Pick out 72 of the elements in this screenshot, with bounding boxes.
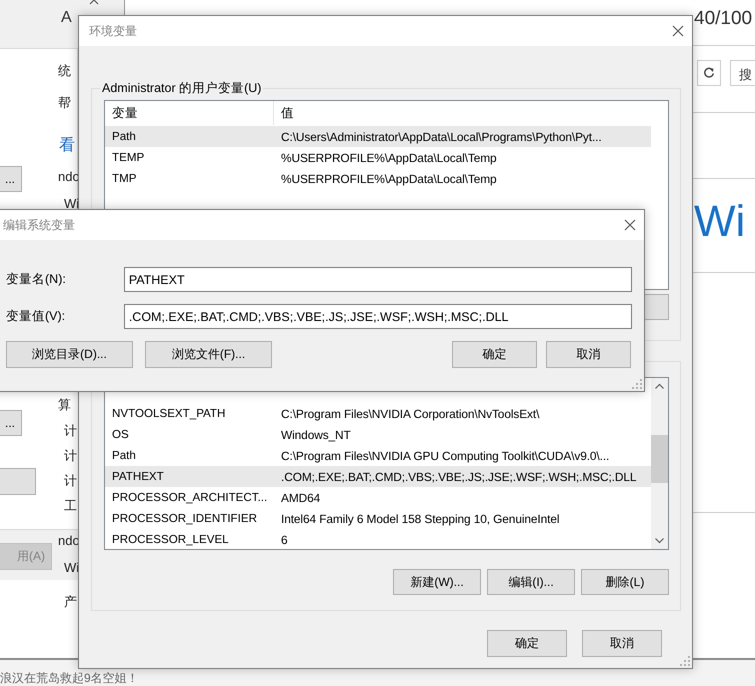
list-row[interactable]: PROCESSOR_LEVEL 6: [105, 529, 651, 549]
dialog-button[interactable]: ...: [0, 166, 22, 192]
table-cell-text: TEMP: [111, 150, 146, 166]
scrollbar-thumb[interactable]: [651, 435, 668, 483]
list-row[interactable]: NVTOOLSEXT_PATH C:\Program Files\NVIDIA Corporation\NvToolsExt\: [105, 403, 651, 424]
dialog-button[interactable]: 新建(W)...: [393, 569, 481, 595]
page-heading-fragment: A: [61, 9, 72, 27]
close-icon[interactable]: [672, 25, 684, 37]
field-label: 变量名(N):: [6, 271, 67, 288]
list-row[interactable]: PATHEXT .COM;.EXE;.BAT;.CMD;.VBS;.VBE;.JS;.JSE;.WSF;.WSH;.MSC;.DLL: [105, 466, 651, 487]
window-title: 环境变量: [89, 22, 137, 40]
table-cell-text: PROCESSOR_IDENTIFIER: [111, 511, 258, 527]
table-cell-text: C:\Program Files\NVIDIA GPU Computing Toolkit\CUDA\v9.0\...: [280, 448, 610, 464]
dialog-button[interactable]: 编辑(I)...: [487, 569, 575, 595]
dialog-button[interactable]: 确定: [487, 630, 567, 657]
window-title: 编辑系统变量: [3, 216, 75, 234]
table-cell-text: PROCESSOR_ARCHITECT...: [111, 490, 268, 506]
dialog-button[interactable]: 取消: [546, 341, 631, 368]
brand-fragment: Wi: [694, 196, 746, 248]
text-fragment: 计: [64, 422, 77, 440]
column-header[interactable]: 值: [274, 101, 668, 125]
dialog-button[interactable]: 取消: [582, 630, 662, 657]
table-cell-text: AMD64: [280, 490, 322, 506]
text-fragment: 算: [58, 396, 71, 414]
text-fragment: 工: [64, 497, 77, 515]
text-fragment: 产: [64, 593, 77, 611]
table-cell-text: .COM;.EXE;.BAT;.CMD;.VBS;.VBE;.JS;.JSE;.WSF;.WSH;.MSC;.DLL: [280, 468, 638, 486]
table-cell-text: OS: [111, 427, 130, 443]
table-cell-text: PROCESSOR_LEVEL: [111, 532, 230, 548]
dialog-button[interactable]: 确定: [452, 341, 537, 368]
table-cell-text: C:\Program Files\NVIDIA Corporation\NvToolsExt\: [280, 406, 540, 422]
close-icon[interactable]: [624, 219, 636, 231]
dialog-button[interactable]: 浏览文件(F)...: [145, 341, 272, 368]
news-ticker: 浪汉在荒岛救起9名空姐！: [0, 671, 139, 685]
table-cell-text: %USERPROFILE%\AppData\Local\Temp: [280, 150, 498, 166]
dialog-button[interactable]: ...: [0, 410, 22, 436]
table-cell-text: PATHEXT: [111, 469, 165, 485]
resize-grip-icon[interactable]: [680, 656, 690, 666]
list-row[interactable]: PROCESSOR_ARCHITECT... AMD64: [105, 487, 651, 508]
column-header[interactable]: 变量: [105, 101, 274, 125]
text-fragment: 帮: [58, 94, 71, 112]
resize-grip-icon[interactable]: [632, 379, 642, 389]
progress-counter: 40/100: [694, 8, 752, 30]
dialog-button[interactable]: 浏览目录(D)...: [6, 341, 133, 368]
table-cell-text: Windows_NT: [280, 426, 352, 444]
list-row[interactable]: PROCESSOR_IDENTIFIER Intel64 Family 6 Model 158 Stepping 10, GenuineIntel: [105, 508, 651, 529]
table-cell-text: Path: [111, 448, 137, 464]
text-fragment: 计: [64, 447, 77, 465]
table-cell-text: C:\Users\Administrator\AppData\Local\Programs\Python\Pyt...: [280, 128, 603, 146]
input-field[interactable]: PATHEXT: [124, 267, 632, 292]
text-fragment: 统: [58, 62, 71, 80]
table-cell-text: Intel64 Family 6 Model 158 Stepping 10, GenuineIntel: [280, 510, 560, 528]
link-fragment[interactable]: 看: [59, 135, 75, 156]
list-row[interactable]: TEMP %USERPROFILE%\AppData\Local\Temp: [105, 147, 651, 168]
table-cell-text: %USERPROFILE%\AppData\Local\Temp: [280, 170, 498, 188]
list-row[interactable]: OS Windows_NT: [105, 424, 651, 445]
table-cell-text: NVTOOLSEXT_PATH: [111, 406, 226, 422]
search-button[interactable]: 搜: [730, 60, 755, 86]
scrollbar[interactable]: [651, 378, 668, 549]
table-cell-text: Path: [111, 129, 137, 145]
list-row[interactable]: Path C:\Users\Administrator\AppData\Local\Programs\Python\Pyt...: [105, 126, 651, 147]
refresh-button[interactable]: [697, 60, 721, 86]
group-label: Administrator 的用户变量(U): [100, 80, 264, 97]
dialog-button[interactable]: 删除(L): [581, 569, 669, 595]
table-cell-text: 6: [280, 532, 289, 548]
refresh-icon: [703, 67, 715, 79]
input-field[interactable]: .COM;.EXE;.BAT;.CMD;.VBS;.VBE;.JS;.JSE;.WSF;.WSH;.MSC;.DLL: [124, 304, 632, 329]
text-fragment: 计: [64, 472, 77, 490]
list-row[interactable]: Path C:\Program Files\NVIDIA GPU Computing Toolkit\CUDA\v9.0\...: [105, 445, 651, 466]
field-label: 变量值(V):: [6, 308, 66, 325]
list-row[interactable]: TMP %USERPROFILE%\AppData\Local\Temp: [105, 168, 651, 189]
table-cell-text: TMP: [111, 171, 138, 187]
